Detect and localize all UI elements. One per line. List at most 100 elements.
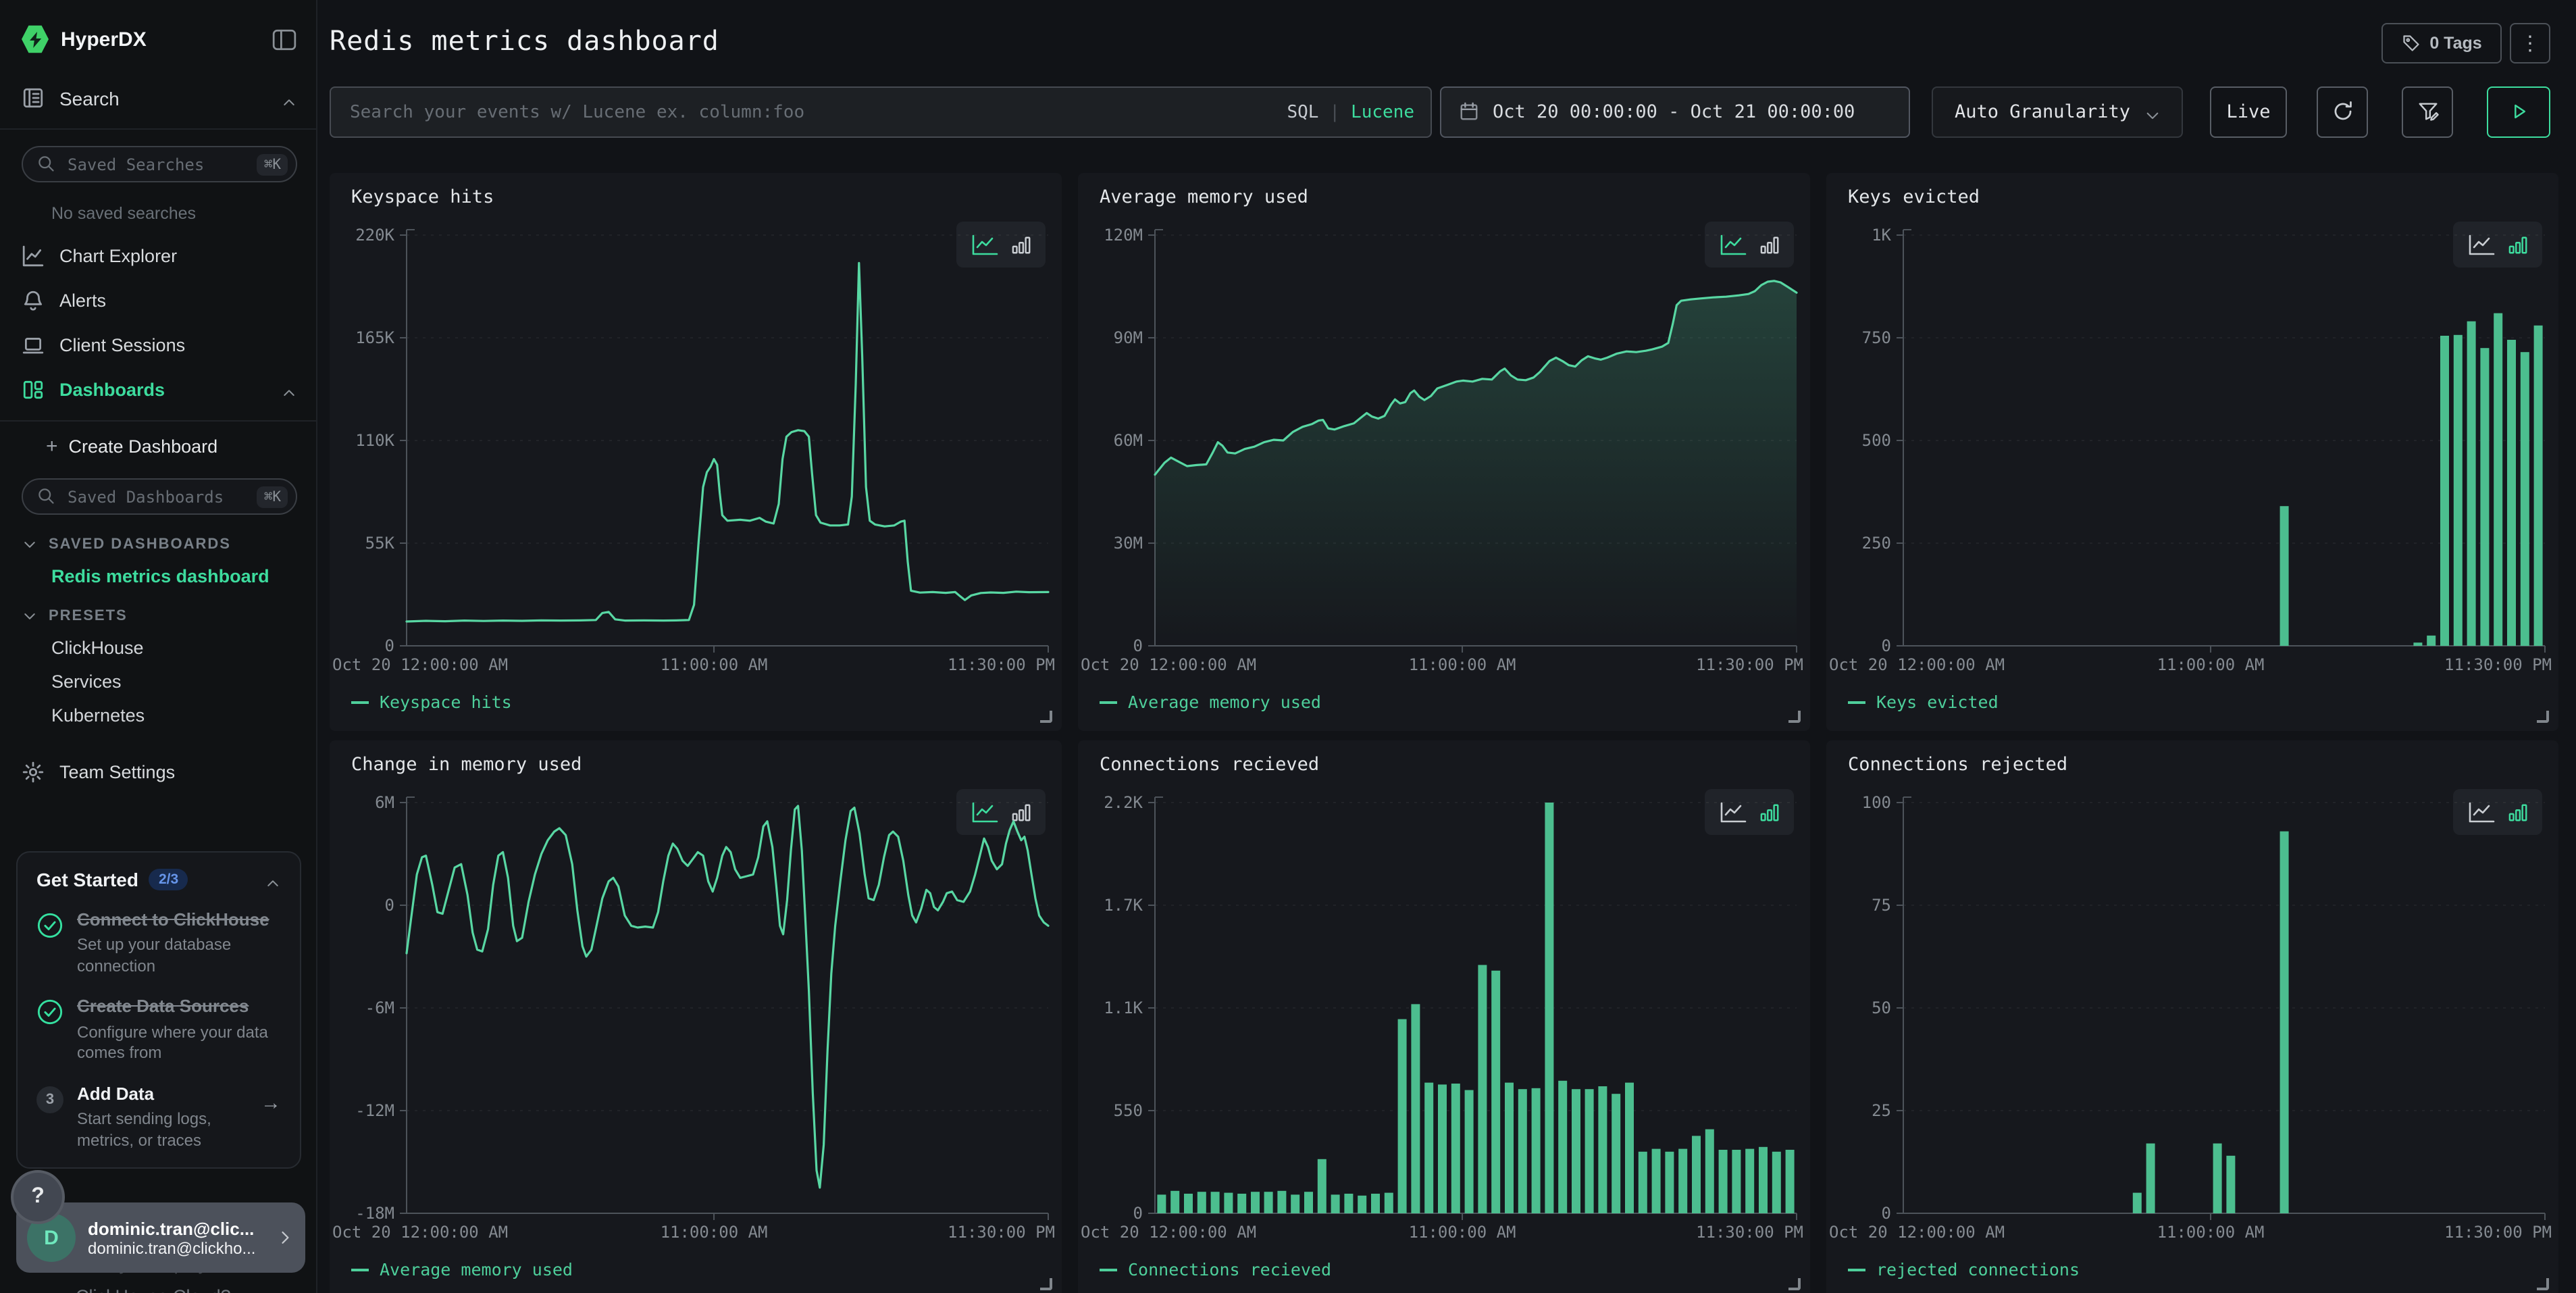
- svg-text:1.7K: 1.7K: [1104, 896, 1143, 915]
- svg-text:Oct 20 12:00:00 AM: Oct 20 12:00:00 AM: [1081, 655, 1256, 674]
- legend-label: Connections recieved: [1128, 1259, 1331, 1279]
- hyperdx-logo-icon: [22, 24, 49, 54]
- svg-text:75: 75: [1872, 896, 1891, 915]
- chart-plot: 2.2K1.7K1.1K5500Oct 20 12:00:00 AM11:00:…: [1078, 794, 1810, 1243]
- svg-text:100: 100: [1862, 794, 1891, 812]
- sidebar-item-search[interactable]: Search: [22, 86, 297, 111]
- svg-text:11:00:00 AM: 11:00:00 AM: [1409, 655, 1516, 674]
- dashboard-link-clickhouse[interactable]: ClickHouse: [51, 638, 316, 658]
- promo-text: ClickHouse Cloud?: [76, 1286, 231, 1293]
- divider: [0, 128, 316, 130]
- legend-label: Average memory used: [380, 1259, 573, 1279]
- plus-icon: +: [46, 434, 58, 457]
- svg-text:Oct 20 12:00:00 AM: Oct 20 12:00:00 AM: [1081, 1223, 1256, 1242]
- event-search-input[interactable]: [347, 101, 1287, 124]
- collapse-sidebar-icon[interactable]: [272, 28, 297, 51]
- get-started-item[interactable]: Create Data Sources Configure where your…: [36, 996, 281, 1065]
- sidebar-item-chart-explorer[interactable]: Chart Explorer: [0, 234, 316, 278]
- filter-button[interactable]: [2402, 86, 2453, 138]
- chart-title: Average memory used: [1100, 186, 1308, 208]
- refresh-button[interactable]: [2317, 86, 2368, 138]
- svg-text:30M: 30M: [1114, 534, 1143, 553]
- svg-text:0: 0: [1882, 636, 1891, 655]
- legend-label: Average memory used: [1128, 692, 1321, 712]
- svg-text:550: 550: [1114, 1101, 1143, 1120]
- create-dashboard-label: Create Dashboard: [69, 436, 218, 456]
- sidebar-item-client-sessions[interactable]: Client Sessions: [0, 323, 316, 367]
- lucene-toggle[interactable]: Lucene: [1351, 102, 1414, 122]
- resize-handle[interactable]: [2537, 711, 2549, 723]
- tags-button[interactable]: 0 Tags: [2381, 23, 2502, 64]
- saved-dashboards-search[interactable]: ⌘K: [22, 478, 297, 515]
- svg-text:0: 0: [1882, 1204, 1891, 1223]
- help-button[interactable]: ?: [11, 1170, 65, 1224]
- resize-handle[interactable]: [1040, 711, 1052, 723]
- chart-plot: 120M90M60M30M0Oct 20 12:00:00 AM11:00:00…: [1078, 227, 1810, 676]
- get-started-item-sub: Set up your database connection: [77, 936, 281, 978]
- dashboard-link-services[interactable]: Services: [51, 671, 316, 692]
- chart-title: Keyspace hits: [351, 186, 494, 208]
- legend-dash: [351, 1268, 369, 1271]
- section-header-label: SAVED DASHBOARDS: [49, 536, 231, 553]
- more-menu-button[interactable]: ⋮: [2510, 23, 2550, 64]
- resize-handle[interactable]: [1788, 711, 1801, 723]
- chevron-down-icon: [2144, 104, 2160, 120]
- saved-searches-input[interactable]: [65, 153, 257, 175]
- sidebar-item-alerts[interactable]: Alerts: [0, 278, 316, 323]
- section-header[interactable]: SAVED DASHBOARDS: [22, 536, 316, 553]
- resize-handle[interactable]: [2537, 1278, 2549, 1290]
- date-range-picker[interactable]: Oct 20 00:00:00 - Oct 21 00:00:00: [1440, 86, 1910, 138]
- resize-handle[interactable]: [1040, 1278, 1052, 1290]
- svg-text:11:30:00 PM: 11:30:00 PM: [1696, 1223, 1803, 1242]
- sql-toggle[interactable]: SQL: [1287, 102, 1318, 122]
- svg-text:0: 0: [1133, 636, 1143, 655]
- get-started-item-title: Create Data Sources: [77, 996, 281, 1019]
- laptop-icon: [22, 334, 45, 357]
- sidebar-item-team-settings[interactable]: Team Settings: [0, 761, 316, 784]
- run-query-button[interactable]: [2487, 86, 2550, 138]
- saved-searches-search[interactable]: ⌘K: [22, 146, 297, 182]
- user-name: dominic.tran@clic...: [88, 1218, 276, 1238]
- create-dashboard-button[interactable]: + Create Dashboard: [0, 427, 316, 465]
- tags-label: 0 Tags: [2429, 34, 2481, 53]
- get-started-item[interactable]: 3 Add Data Start sending logs, metrics, …: [36, 1084, 281, 1152]
- filter-edit-icon: [2416, 100, 2439, 124]
- dashboard-link-kubernetes[interactable]: Kubernetes: [51, 705, 316, 726]
- svg-text:11:00:00 AM: 11:00:00 AM: [2157, 1223, 2265, 1242]
- chevron-up-icon[interactable]: [265, 871, 281, 888]
- saved-dashboards-input[interactable]: [65, 486, 257, 507]
- granularity-select[interactable]: Auto Granularity: [1932, 86, 2183, 138]
- svg-text:25: 25: [1872, 1101, 1891, 1120]
- chevron-up-icon[interactable]: [281, 382, 297, 398]
- get-started-item[interactable]: Connect to ClickHouse Set up your databa…: [36, 909, 281, 978]
- gear-icon: [22, 761, 45, 784]
- svg-text:165K: 165K: [355, 328, 394, 347]
- main-area: Redis metrics dashboard 0 Tags ⋮ SQL|Luc…: [319, 0, 2576, 1293]
- no-saved-searches-note: No saved searches: [51, 204, 316, 223]
- resize-handle[interactable]: [1788, 1278, 1801, 1290]
- legend-dash: [1848, 1268, 1865, 1271]
- live-button[interactable]: Live: [2210, 86, 2287, 138]
- dashboard-link-redis-metrics-dashboard[interactable]: Redis metrics dashboard: [51, 566, 316, 586]
- event-search-box[interactable]: SQL|Lucene: [330, 86, 1432, 138]
- chart-card: Keys evicted 1K7505002500Oct 20 12:00:00…: [1826, 173, 2558, 731]
- date-range-value: Oct 20 00:00:00 - Oct 21 00:00:00: [1493, 101, 1855, 123]
- charts-grid: Keyspace hits 220K165K110K55K0Oct 20 12:…: [330, 173, 2558, 1293]
- legend-dash: [1848, 701, 1865, 703]
- chart-title: Keys evicted: [1848, 186, 1980, 208]
- granularity-value: Auto Granularity: [1955, 101, 2130, 123]
- chart-card: Connections recieved 2.2K1.7K1.1K5500Oct…: [1078, 740, 1810, 1293]
- chevron-up-icon[interactable]: [281, 91, 297, 107]
- svg-text:11:00:00 AM: 11:00:00 AM: [1409, 1223, 1516, 1242]
- sidebar-item-dashboards[interactable]: Dashboards: [0, 367, 316, 412]
- section-header[interactable]: PRESETS: [22, 608, 316, 624]
- svg-text:-6M: -6M: [365, 998, 394, 1017]
- chevron-down-icon: [22, 536, 38, 553]
- nav-item-label: Client Sessions: [59, 335, 297, 355]
- chevron-down-icon: [22, 608, 38, 624]
- chart-card: Keyspace hits 220K165K110K55K0Oct 20 12:…: [330, 173, 1062, 731]
- svg-text:2.2K: 2.2K: [1104, 794, 1143, 812]
- refresh-icon: [2331, 100, 2354, 124]
- svg-text:750: 750: [1862, 328, 1891, 347]
- user-email: dominic.tran@clickho...: [88, 1238, 276, 1257]
